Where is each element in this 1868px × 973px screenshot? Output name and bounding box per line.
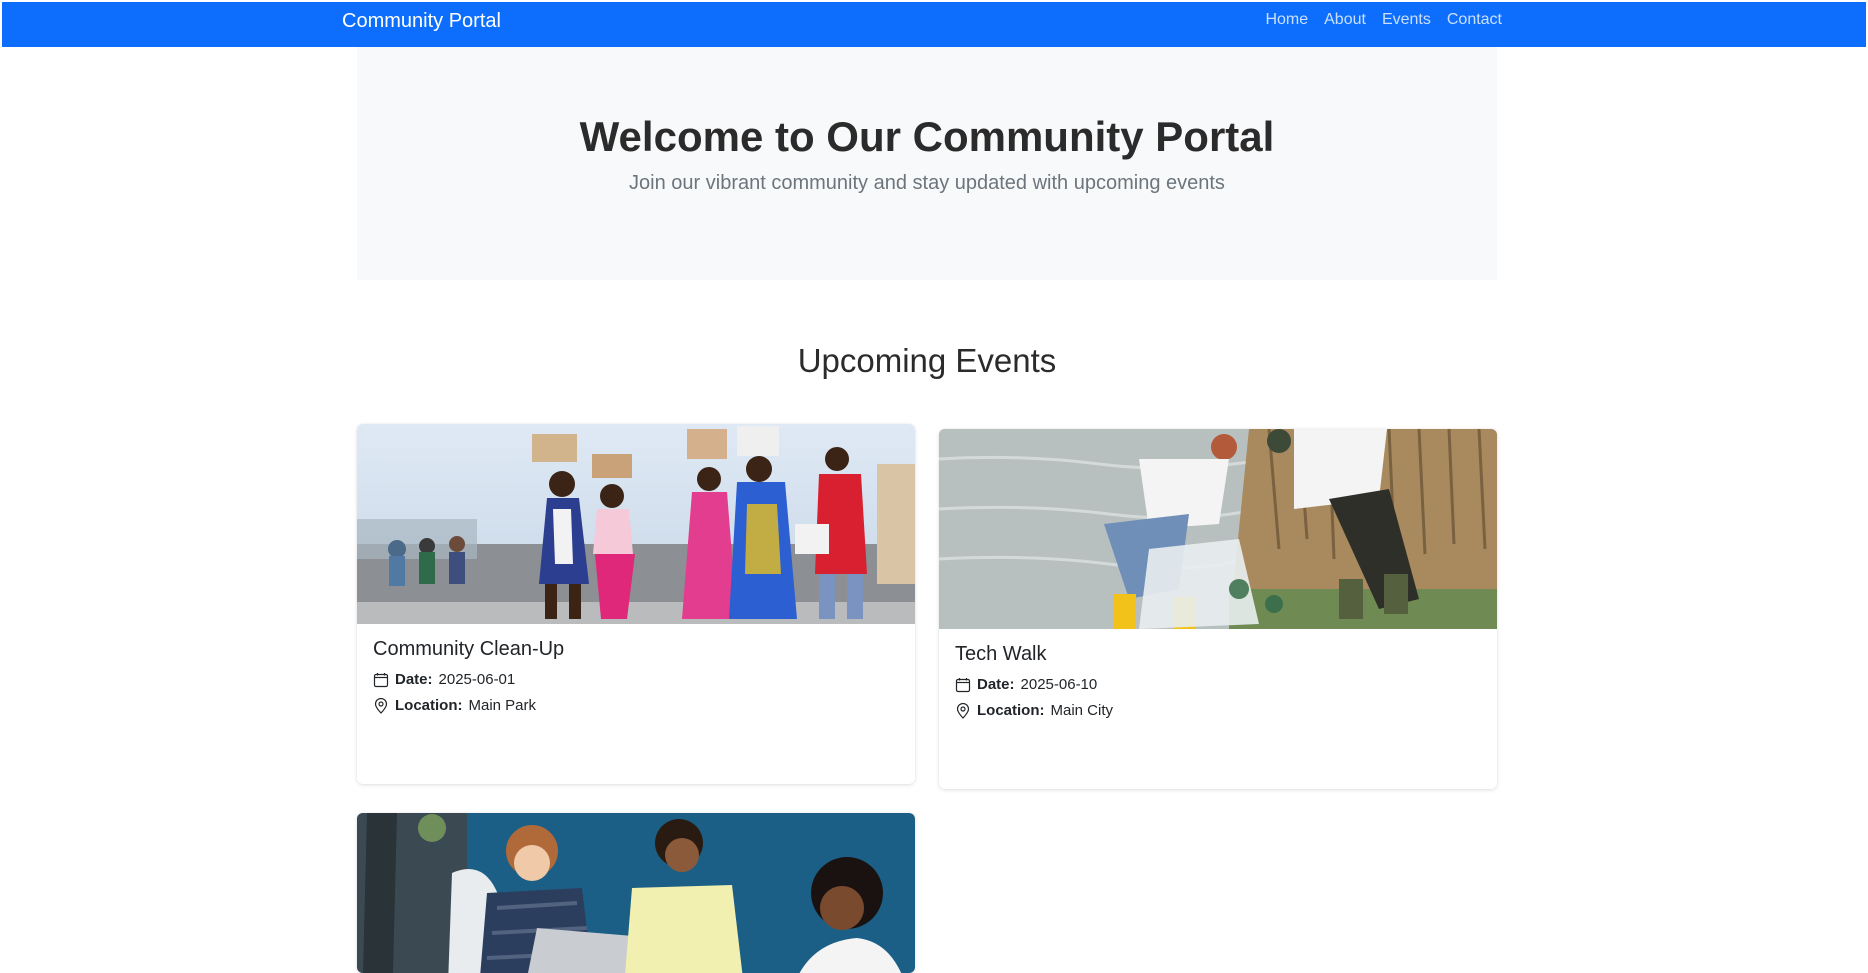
- event-title: Community Clean-Up: [373, 638, 565, 660]
- date-label: Date:: [395, 671, 433, 688]
- location-label: Location:: [977, 702, 1045, 719]
- event-date: Date: 2025-06-10: [955, 676, 1481, 693]
- nav-about-link[interactable]: About: [1324, 11, 1366, 29]
- event-image: [939, 429, 1497, 629]
- event-card[interactable]: [357, 813, 915, 973]
- event-image: [357, 424, 915, 624]
- location-pin-icon: [374, 697, 388, 714]
- date-label: Date:: [977, 676, 1015, 693]
- location-value: Main City: [1050, 702, 1114, 719]
- hero-subtitle: Join our vibrant community and stay upda…: [629, 172, 1225, 194]
- brand-link[interactable]: Community Portal: [342, 10, 501, 33]
- event-date: Date: 2025-06-01: [373, 671, 899, 688]
- location-pin-icon: [956, 702, 970, 719]
- event-card[interactable]: Community Clean-Up Date: 2025-06-01 Loca…: [357, 424, 915, 784]
- hero-banner: Welcome to Our Community Portal Join our…: [357, 47, 1497, 280]
- location-value: Main Park: [468, 697, 537, 714]
- top-navbar: Community Portal Home About Events Conta…: [2, 2, 1866, 47]
- event-image: [357, 813, 915, 973]
- event-card-body: Tech Walk Date: 2025-06-10 Location: Mai…: [939, 629, 1497, 719]
- event-location: Location: Main City: [955, 702, 1481, 719]
- nav-links: Home About Events Contact: [1265, 11, 1502, 29]
- event-location: Location: Main Park: [373, 697, 899, 714]
- event-title: Tech Walk: [955, 643, 1047, 665]
- date-value: 2025-06-01: [438, 671, 516, 688]
- events-section-title: Upcoming Events: [797, 342, 1057, 379]
- event-card[interactable]: Tech Walk Date: 2025-06-10 Location: Mai…: [939, 429, 1497, 789]
- nav-home-link[interactable]: Home: [1265, 11, 1308, 29]
- event-card-body: Community Clean-Up Date: 2025-06-01 Loca…: [357, 624, 915, 714]
- location-label: Location:: [395, 697, 463, 714]
- hero-title: Welcome to Our Community Portal: [579, 113, 1275, 160]
- nav-contact-link[interactable]: Contact: [1447, 11, 1502, 29]
- nav-events-link[interactable]: Events: [1382, 11, 1431, 29]
- calendar-icon: [955, 677, 971, 692]
- calendar-icon: [373, 672, 389, 687]
- date-value: 2025-06-10: [1020, 676, 1098, 693]
